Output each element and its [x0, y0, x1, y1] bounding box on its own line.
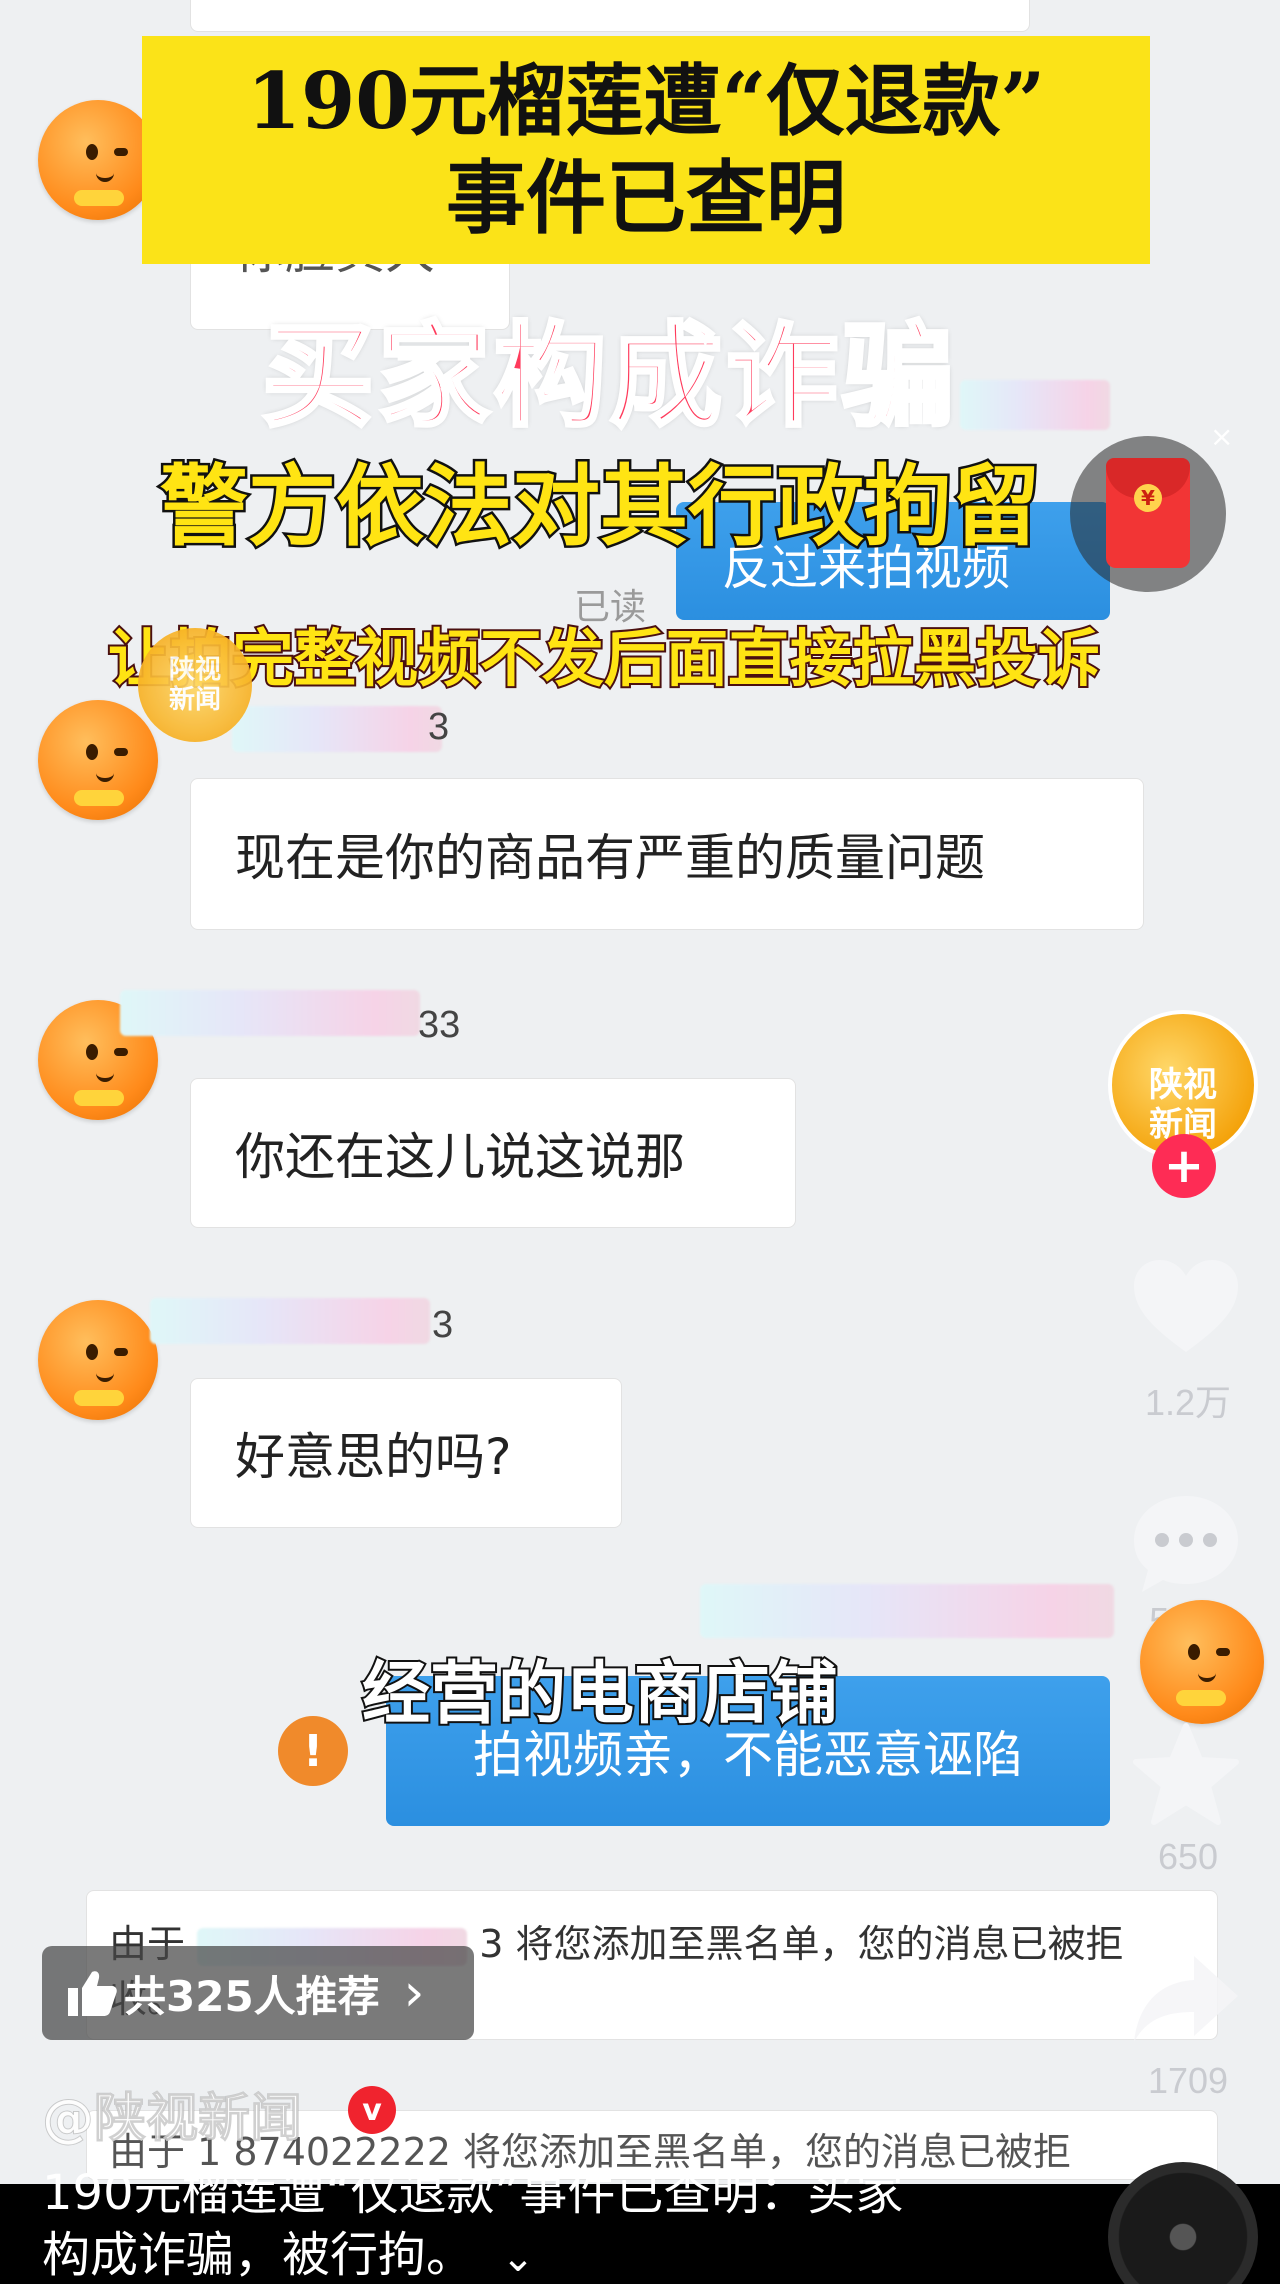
recommend-button[interactable]: 共325人推荐 ›: [42, 1946, 474, 2040]
username-suffix: 33: [418, 1004, 461, 1046]
avatar: [38, 700, 158, 820]
title-line-2: 事件已查明: [446, 151, 846, 245]
channel-watermark-logo: 陕视 新闻: [138, 628, 252, 742]
red-packet-icon: ¥: [1106, 458, 1190, 568]
username-blurred: [700, 1584, 1114, 1638]
video-frame[interactable]: 你脸真大 反过来拍视频 已读 3 现在是你的商品有严重的质量问题 33 你还在这…: [0, 0, 1280, 2284]
title-banner: 190元榴莲遭“仅退款” 事件已查明: [142, 36, 1150, 264]
video-caption[interactable]: 190元榴莲遭“仅退款”事件已查明：买家 构成诈骗，被行拘。 ⌄: [42, 2162, 1022, 2284]
close-icon[interactable]: ×: [1210, 420, 1233, 453]
red-packet-widget[interactable]: ¥ ×: [1070, 420, 1233, 592]
recommend-label: 共325人推荐: [124, 1971, 380, 2021]
chevron-right-icon: ›: [403, 1963, 425, 2023]
username-blurred: [232, 706, 442, 752]
follow-button[interactable]: +: [1152, 1134, 1216, 1198]
username-blurred: [960, 380, 1110, 430]
username-suffix: 3: [428, 706, 450, 748]
favorite-count: 650: [1157, 1836, 1219, 1877]
subtitle-top: 让拍完整视频不发后面直接拉黑投诉: [106, 620, 1102, 697]
title-line-1: 190元榴莲遭“仅退款”: [246, 56, 1046, 147]
chat-bubble-incoming: 好意思的吗?: [190, 1378, 622, 1528]
thumbs-up-icon: [68, 1971, 117, 2016]
comment-icon[interactable]: [1130, 1492, 1242, 1596]
username-blurred: [150, 1298, 430, 1344]
music-disc-icon[interactable]: [1108, 2162, 1258, 2284]
headline-yellow: 警方依法对其行政拘留: [157, 453, 1042, 561]
chat-bubble-incoming: 现在是你的商品有严重的质量问题: [190, 778, 1144, 930]
avatar: [38, 100, 158, 220]
expand-chevron-icon[interactable]: ⌄: [501, 2235, 535, 2281]
headline-red: 买家构成诈骗: [260, 310, 958, 444]
chat-bubble-incoming: 你还在这儿说这说那: [190, 1078, 796, 1228]
yuan-symbol: ¥: [1134, 484, 1162, 512]
share-icon[interactable]: [1130, 1950, 1242, 2050]
username-suffix: 3: [432, 1304, 454, 1346]
send-failed-icon: !: [278, 1716, 348, 1786]
star-icon[interactable]: [1130, 1722, 1242, 1828]
username-blurred: [120, 990, 420, 1036]
chat-bubble-partial-top: [190, 0, 1030, 32]
author-name[interactable]: @陕视新闻: [41, 2076, 302, 2151]
heart-icon[interactable]: [1130, 1256, 1242, 1356]
avatar: [38, 1300, 158, 1420]
avatar: [1140, 1600, 1264, 1724]
verified-badge-icon: v: [348, 2086, 396, 2134]
subtitle-bottom: 经营的电商店铺: [360, 1653, 840, 1736]
share-count: 1709: [1147, 2060, 1229, 2101]
like-count: 1.2万: [1144, 1382, 1232, 1423]
